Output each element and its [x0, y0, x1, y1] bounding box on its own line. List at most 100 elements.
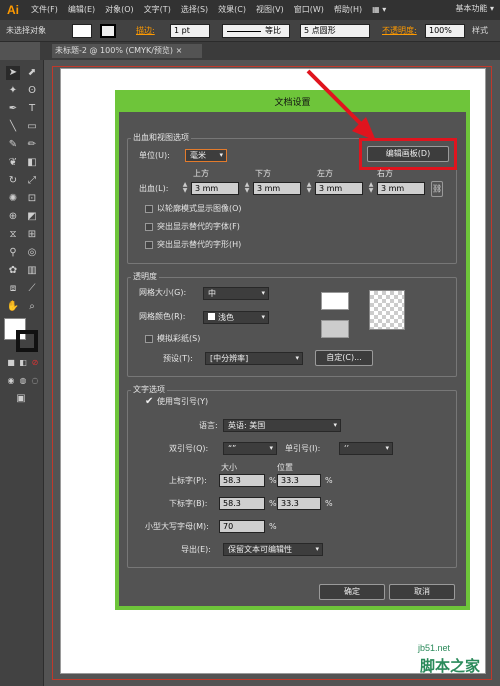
close-tab-icon[interactable]: ×: [176, 46, 183, 55]
bleed-left-field[interactable]: 3 mm: [315, 182, 363, 195]
use-quotes-label: 使用弯引号(Y): [157, 397, 209, 406]
language-dropdown[interactable]: 英语: 美国 ▾: [223, 419, 341, 432]
free-transform-tool-icon[interactable]: ⊡: [25, 192, 39, 206]
cancel-button[interactable]: 取消: [389, 584, 455, 600]
export-dropdown[interactable]: 保留文本可编辑性 ▾: [223, 543, 323, 556]
magic-wand-tool-icon[interactable]: ✦: [6, 84, 20, 98]
language-value: 英语: 美国: [228, 421, 266, 430]
menu-help[interactable]: 帮助(H): [329, 0, 367, 20]
hand-tool-icon[interactable]: ✋: [6, 300, 20, 314]
type-options-group-title: 文字选项: [131, 384, 167, 395]
top-spinner-icon[interactable]: ▲ ▼: [181, 182, 189, 195]
eyedropper-tool-icon[interactable]: ⚲: [6, 246, 20, 260]
grid-size-label: 网格大小(G):: [139, 288, 187, 297]
bottom-spinner-icon[interactable]: ▲ ▼: [243, 182, 251, 195]
opacity-field[interactable]: 100%: [425, 24, 465, 38]
stroke-label[interactable]: 描边:: [136, 24, 155, 38]
column-graph-tool-icon[interactable]: ▥: [25, 264, 39, 278]
single-quotes-dropdown[interactable]: ‘’ ▾: [339, 442, 393, 455]
scale-tool-icon[interactable]: ⤢: [25, 174, 39, 188]
superscript-size-field[interactable]: 58.3: [219, 474, 265, 487]
grid-color-2-swatch[interactable]: [321, 320, 349, 338]
style-label[interactable]: 样式: [472, 24, 488, 38]
screen-mode-icon[interactable]: ▣: [14, 392, 28, 406]
slice-tool-icon[interactable]: ⟋: [25, 282, 39, 296]
selection-tool-icon[interactable]: ➤: [6, 66, 20, 80]
highlight-fonts-checkbox[interactable]: [145, 223, 153, 231]
menu-object[interactable]: 对象(O): [100, 0, 139, 20]
line-tool-icon[interactable]: ╲: [6, 120, 20, 134]
shape-builder-tool-icon[interactable]: ⊕: [6, 210, 20, 224]
menu-edit[interactable]: 编辑(E): [63, 0, 100, 20]
bottom-header: 下方: [255, 169, 271, 178]
live-paint-tool-icon[interactable]: ◩: [25, 210, 39, 224]
stroke-swatch[interactable]: [100, 24, 116, 38]
subscript-size-field[interactable]: 58.3: [219, 497, 265, 510]
checkmark-icon[interactable]: ✔: [145, 397, 155, 407]
workspace-switcher-icon[interactable]: ▦ ▾: [367, 0, 391, 20]
artboard-tool-icon[interactable]: ⧈: [6, 282, 20, 296]
zoom-tool-icon[interactable]: ⌕: [25, 300, 39, 314]
outline-mode-checkbox[interactable]: [145, 205, 153, 213]
right-spinner-icon[interactable]: ▲ ▼: [367, 182, 375, 195]
blend-tool-icon[interactable]: ◎: [25, 246, 39, 260]
blob-brush-tool-icon[interactable]: ❦: [6, 156, 20, 170]
fill-swatch[interactable]: [72, 24, 92, 38]
superscript-label: 上标字(P):: [169, 476, 207, 485]
bleed-right-field[interactable]: 3 mm: [377, 182, 425, 195]
pen-tool-icon[interactable]: ✒: [6, 102, 20, 116]
smallcaps-field[interactable]: 70: [219, 520, 265, 533]
menu-window[interactable]: 窗口(W): [289, 0, 329, 20]
grid-color-dropdown[interactable]: 浅色 ▾: [203, 311, 269, 324]
rectangle-tool-icon[interactable]: ▭: [25, 120, 39, 134]
symbol-sprayer-tool-icon[interactable]: ✿: [6, 264, 20, 278]
grid-size-dropdown[interactable]: 中 ▾: [203, 287, 269, 300]
line-style-dropdown[interactable]: 等比: [222, 24, 290, 38]
menu-file[interactable]: 文件(F): [26, 0, 63, 20]
pencil-tool-icon[interactable]: ✏: [25, 138, 39, 152]
unit-dropdown[interactable]: 毫米 ▾: [185, 149, 227, 162]
chevron-down-icon: ▾: [315, 545, 319, 553]
document-tab[interactable]: 未标题-2 @ 100% (CMYK/预览) ×: [52, 44, 202, 58]
ok-button[interactable]: 确定: [319, 584, 385, 600]
grid-color-swatch: [208, 313, 215, 320]
menu-view[interactable]: 视图(V): [251, 0, 289, 20]
stroke-color-box[interactable]: [16, 330, 38, 352]
link-icon[interactable]: ⛓: [431, 181, 443, 197]
rotate-tool-icon[interactable]: ↻: [6, 174, 20, 188]
draw-inside-icon[interactable]: ◌: [28, 374, 42, 388]
preset-dropdown[interactable]: [中分辨率] ▾: [205, 352, 303, 365]
menu-effect[interactable]: 效果(C): [213, 0, 251, 20]
watermark-url: jb51.net: [418, 643, 451, 653]
type-tool-icon[interactable]: T: [25, 102, 39, 116]
workspace-switcher[interactable]: 基本功能 ▾: [455, 3, 494, 14]
eraser-tool-icon[interactable]: ◧: [25, 156, 39, 170]
percent-sign: %: [325, 476, 333, 485]
lasso-tool-icon[interactable]: ʘ: [25, 84, 39, 98]
bleed-bottom-field[interactable]: 3 mm: [253, 182, 301, 195]
none-mode-icon[interactable]: ⊘: [28, 356, 42, 370]
opacity-label[interactable]: 不透明度:: [382, 24, 417, 38]
line-style-label: 等比: [265, 26, 281, 35]
custom-button[interactable]: 自定(C)...: [315, 350, 373, 366]
subscript-position-field[interactable]: 33.3: [277, 497, 321, 510]
stroke-weight-field[interactable]: 1 pt: [170, 24, 210, 38]
left-spinner-icon[interactable]: ▲ ▼: [305, 182, 313, 195]
mesh-tool-icon[interactable]: ⊞: [25, 228, 39, 242]
menu-select[interactable]: 选择(S): [176, 0, 213, 20]
double-quotes-dropdown[interactable]: “” ▾: [223, 442, 277, 455]
grid-color-1-swatch[interactable]: [321, 292, 349, 310]
menu-type[interactable]: 文字(T): [139, 0, 176, 20]
highlight-glyphs-checkbox[interactable]: [145, 241, 153, 249]
paintbrush-tool-icon[interactable]: ✎: [6, 138, 20, 152]
superscript-position-field[interactable]: 33.3: [277, 474, 321, 487]
bleed-group-title: 出血和视图选项: [131, 132, 191, 143]
export-label: 导出(E):: [181, 545, 211, 554]
perspective-grid-tool-icon[interactable]: ⧖: [6, 228, 20, 242]
warp-tool-icon[interactable]: ✺: [6, 192, 20, 206]
chevron-down-icon: ▾: [219, 151, 223, 159]
direct-selection-tool-icon[interactable]: ⬈: [25, 66, 39, 80]
bleed-top-field[interactable]: 3 mm: [191, 182, 239, 195]
brush-dropdown[interactable]: 5 点圆形: [300, 24, 370, 38]
simulate-paper-checkbox[interactable]: [145, 335, 153, 343]
